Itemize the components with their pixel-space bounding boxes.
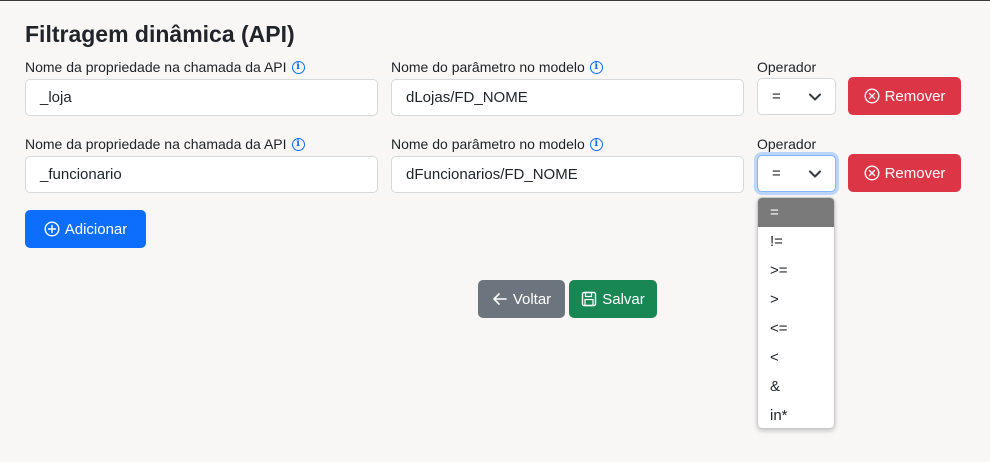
info-icon[interactable]: i	[291, 137, 305, 151]
param-label-text: Nome do parâmetro no modelo	[391, 59, 585, 75]
plus-circle-icon	[44, 221, 60, 237]
operator-dropdown: = != >= > <= < & in*	[757, 197, 835, 429]
prop-label: Nome da propriedade na chamada da API i	[25, 59, 305, 75]
remove-button[interactable]: Remover	[848, 77, 961, 115]
back-button-label: Voltar	[512, 290, 552, 308]
floppy-disk-icon	[582, 291, 597, 307]
save-button-label: Salvar	[602, 290, 645, 308]
x-circle-icon	[864, 165, 880, 181]
operator-select-value: =	[772, 165, 781, 182]
operator-option[interactable]: in*	[758, 401, 834, 428]
operator-label-text: Operador	[757, 136, 817, 152]
param-input-value: dFuncionarios/FD_NOME	[406, 166, 578, 183]
param-input[interactable]: dFuncionarios/FD_NOME	[391, 156, 744, 193]
operator-option[interactable]: =	[758, 198, 834, 227]
info-icon[interactable]: i	[589, 137, 603, 151]
operator-option[interactable]: >=	[758, 256, 834, 285]
prop-label-text: Nome da propriedade na chamada da API	[25, 136, 287, 152]
param-input[interactable]: dLojas/FD_NOME	[391, 79, 744, 116]
remove-button-label: Remover	[884, 164, 946, 182]
remove-button-label: Remover	[884, 87, 946, 105]
operator-option[interactable]: &	[758, 372, 834, 401]
operator-select[interactable]: =	[757, 155, 836, 192]
arrow-left-icon	[493, 293, 507, 305]
x-circle-icon	[864, 88, 880, 104]
remove-button[interactable]: Remover	[848, 154, 961, 192]
param-input-value: dLojas/FD_NOME	[406, 89, 528, 106]
param-label: Nome do parâmetro no modelo i	[391, 136, 603, 152]
operator-label: Operador	[757, 59, 816, 75]
chevron-down-icon	[809, 93, 821, 100]
operator-option[interactable]: >	[758, 285, 834, 314]
page-title: Filtragem dinâmica (API)	[25, 21, 295, 47]
operator-option[interactable]: <=	[758, 314, 834, 343]
operator-select-value: =	[772, 88, 781, 105]
prop-input-value: _funcionario	[40, 166, 122, 183]
info-icon[interactable]: i	[291, 60, 305, 74]
prop-input[interactable]: _loja	[25, 79, 378, 116]
prop-label-text: Nome da propriedade na chamada da API	[25, 59, 287, 75]
prop-input-value: _loja	[40, 89, 72, 106]
add-button[interactable]: Adicionar	[25, 210, 146, 248]
add-button-label: Adicionar	[64, 220, 128, 238]
chevron-down-icon	[809, 170, 821, 177]
back-button[interactable]: Voltar	[478, 280, 565, 318]
param-label: Nome do parâmetro no modelo i	[391, 59, 603, 75]
prop-input[interactable]: _funcionario	[25, 156, 378, 193]
operator-option[interactable]: !=	[758, 227, 834, 256]
save-button[interactable]: Salvar	[569, 280, 657, 318]
prop-label: Nome da propriedade na chamada da API i	[25, 136, 305, 152]
operator-label: Operador	[757, 136, 816, 152]
operator-option[interactable]: <	[758, 343, 834, 372]
param-label-text: Nome do parâmetro no modelo	[391, 136, 585, 152]
operator-label-text: Operador	[757, 59, 817, 75]
operator-select[interactable]: =	[757, 78, 836, 115]
info-icon[interactable]: i	[589, 60, 603, 74]
